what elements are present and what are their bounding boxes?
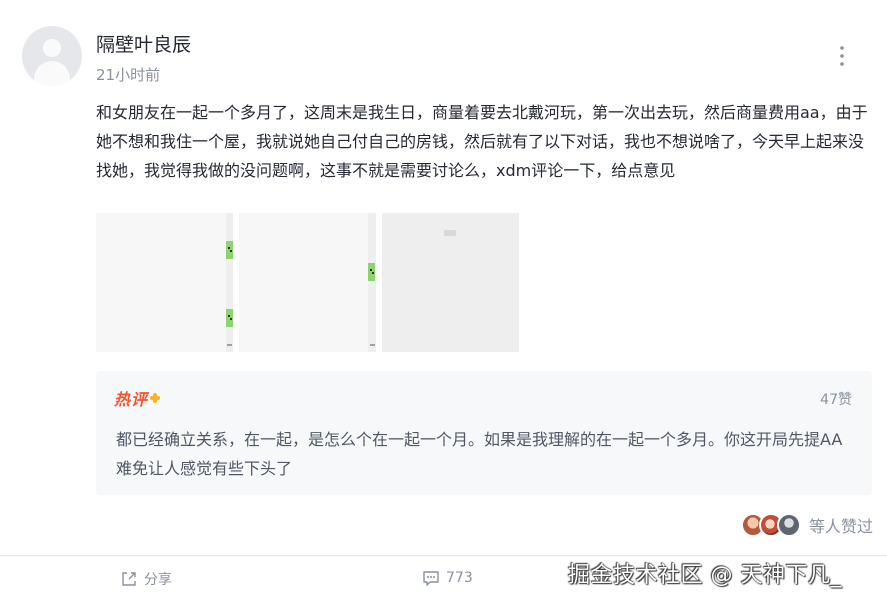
- chat-bubble: [226, 241, 233, 259]
- likers-row[interactable]: 等人赞过: [740, 513, 873, 537]
- image-mark: [370, 344, 375, 346]
- hot-comment[interactable]: 热评 47赞 都已经确立关系，在一起，是怎么个在一起一个月。如果是我理解的在一起…: [96, 371, 872, 495]
- liker-avatar[interactable]: [776, 513, 801, 537]
- more-dots-icon: [840, 46, 844, 66]
- likers-label[interactable]: 等人赞过: [809, 513, 873, 537]
- comment-count: 773: [446, 570, 473, 586]
- comment-button[interactable]: 773: [422, 569, 473, 587]
- chat-bubble: [226, 309, 233, 327]
- avatar-body-shape: [34, 61, 70, 86]
- image-mark: [227, 344, 232, 346]
- sparkle-icon: [150, 393, 161, 403]
- chat-screenshot-area: [96, 213, 226, 352]
- hot-comment-badge: 热评: [114, 387, 161, 409]
- hot-comment-text: 都已经确立关系，在一起，是怎么个在一起一个月。如果是我理解的在一起一个多月。你这…: [116, 430, 843, 478]
- post-image-1[interactable]: [96, 213, 233, 352]
- avatar-head-shape: [43, 39, 61, 57]
- more-options-button[interactable]: [830, 44, 854, 68]
- watermark: 掘金技术社区 @ 天神下凡_: [568, 563, 842, 588]
- post-time: 21小时前: [96, 66, 161, 84]
- chat-bubble: [368, 263, 375, 281]
- author-avatar[interactable]: [22, 26, 82, 86]
- share-button[interactable]: 分享: [120, 569, 172, 589]
- share-label: 分享: [144, 572, 172, 588]
- chat-screenshot-area: [239, 213, 368, 352]
- post-image-3[interactable]: [382, 213, 519, 352]
- post-content: 和女朋友在一起一个多月了，这周末是我生日，商量着要去北戴河玩，第一次出去玩，然后…: [96, 103, 868, 180]
- image-placeholder-chip: [444, 230, 456, 236]
- comment-icon: [423, 571, 439, 586]
- author-name[interactable]: 隔壁叶良辰: [96, 30, 191, 57]
- share-icon: [122, 572, 136, 586]
- post-image-2[interactable]: [239, 213, 376, 352]
- divider: [0, 555, 887, 556]
- hot-comment-likes: 47赞: [820, 392, 852, 408]
- hot-badge-label: 热评: [114, 390, 149, 409]
